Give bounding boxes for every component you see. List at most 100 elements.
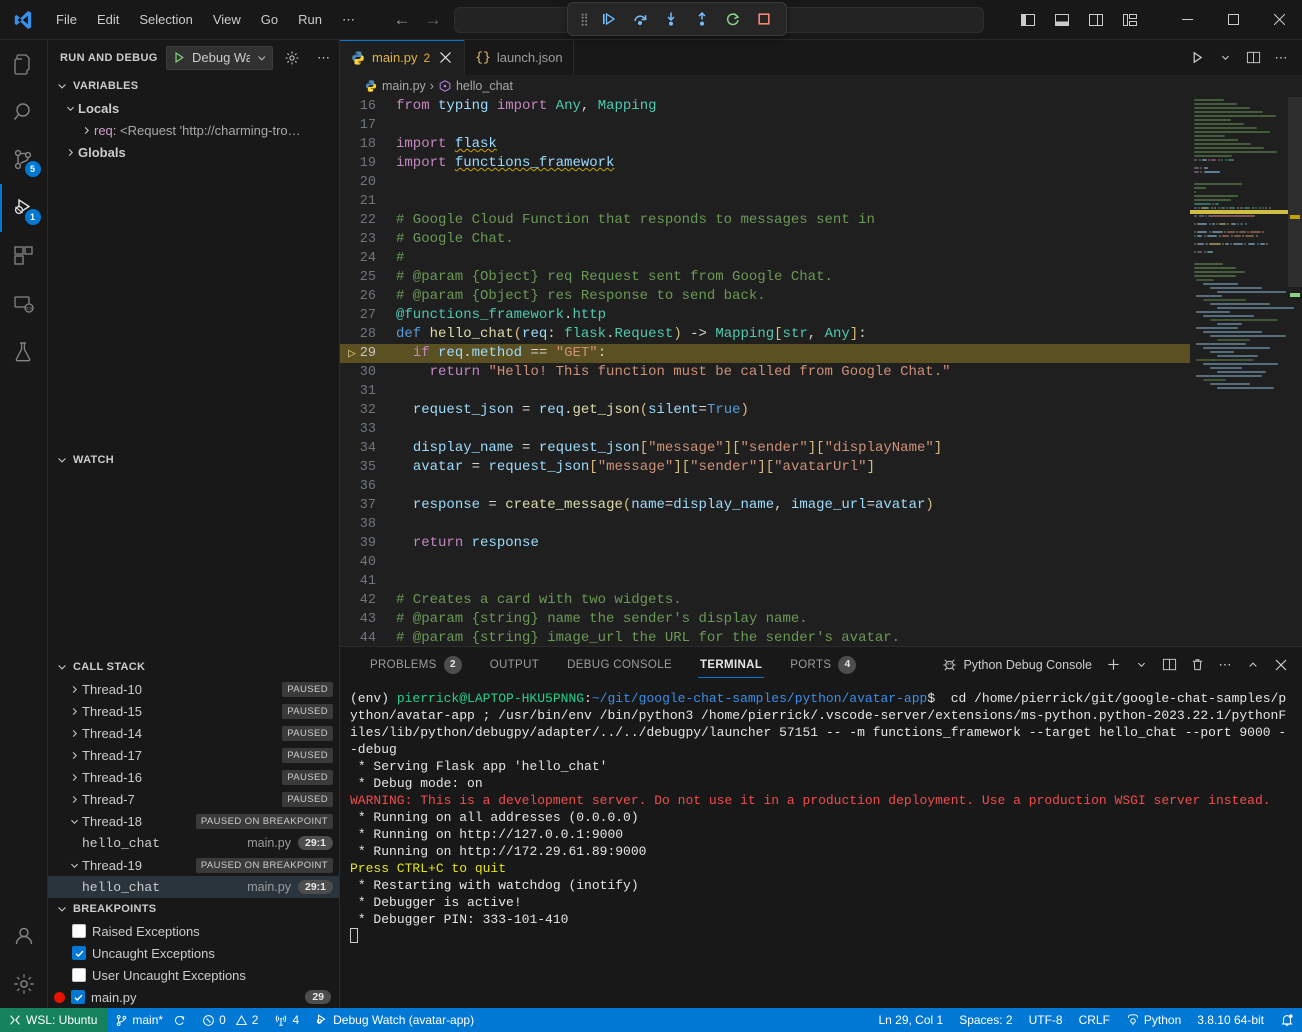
status-eol[interactable]: CRLF: [1071, 1008, 1118, 1032]
code-line[interactable]: 41: [340, 572, 1190, 591]
status-notifications[interactable]: [1272, 1008, 1302, 1032]
code-line[interactable]: 20: [340, 173, 1190, 192]
code-line[interactable]: 40: [340, 553, 1190, 572]
code-line[interactable]: 30 return "Hello! This function must be …: [340, 363, 1190, 382]
breakpoint-arrow-icon[interactable]: ▷: [345, 344, 359, 363]
code-line[interactable]: 21: [340, 192, 1190, 211]
code-line[interactable]: 35 avatar = request_json["message"]["sen…: [340, 458, 1190, 477]
window-close-button[interactable]: [1256, 0, 1302, 39]
kill-terminal-trash-icon[interactable]: [1184, 652, 1210, 678]
status-cursor-position[interactable]: Ln 29, Col 1: [870, 1008, 951, 1032]
code-line[interactable]: ▷29 if req.method == "GET":: [340, 344, 1190, 363]
menu-item-edit[interactable]: Edit: [87, 8, 129, 31]
status-remote-indicator[interactable]: WSL: Ubuntu: [0, 1008, 107, 1032]
call-stack-thread[interactable]: Thread-16 PAUSED: [48, 766, 339, 788]
code-line[interactable]: 17: [340, 116, 1190, 135]
menu-item-file[interactable]: File: [46, 8, 87, 31]
code-line[interactable]: 36: [340, 477, 1190, 496]
code-content[interactable]: 16from typing import Any, Mapping1718imp…: [340, 97, 1190, 646]
editor-tab-launch-json[interactable]: {} launch.json: [465, 40, 573, 75]
code-line[interactable]: 16from typing import Any, Mapping: [340, 97, 1190, 116]
menu-item-view[interactable]: View: [203, 8, 251, 31]
section-header-variables[interactable]: VARIABLES: [48, 75, 339, 97]
breakpoint-row-uncaught-exceptions[interactable]: Uncaught Exceptions: [48, 942, 339, 964]
active-terminal-name[interactable]: Python Debug Console: [942, 657, 1092, 672]
code-line[interactable]: 22# Google Cloud Function that responds …: [340, 211, 1190, 230]
call-stack-thread[interactable]: Thread-15 PAUSED: [48, 700, 339, 722]
editor-more-actions-icon[interactable]: ⋯: [1268, 45, 1294, 71]
code-lines[interactable]: 16from typing import Any, Mapping1718imp…: [340, 97, 1190, 646]
panel-tab-ports[interactable]: PORTS 4: [776, 647, 870, 682]
menu-item-more[interactable]: ⋯: [332, 8, 365, 32]
debug-step-into-button[interactable]: [657, 6, 685, 32]
status-ports[interactable]: 4: [266, 1008, 307, 1032]
checkbox-checked-icon[interactable]: [72, 946, 86, 960]
debug-stop-button[interactable]: [750, 6, 778, 32]
status-indentation[interactable]: Spaces: 2: [951, 1008, 1020, 1032]
debug-continue-button[interactable]: [595, 6, 623, 32]
code-line[interactable]: 24#: [340, 249, 1190, 268]
breakpoint-row-raised-exceptions[interactable]: Raised Exceptions: [48, 920, 339, 942]
run-python-file-icon[interactable]: [1184, 45, 1210, 71]
code-line[interactable]: 28def hello_chat(req: flask.Request) -> …: [340, 325, 1190, 344]
window-maximize-button[interactable]: [1210, 0, 1256, 39]
code-line[interactable]: 18import flask: [340, 135, 1190, 154]
tab-close-icon[interactable]: [436, 49, 454, 67]
toggle-secondary-sidebar-icon[interactable]: [1080, 6, 1112, 34]
breadcrumb-item-symbol[interactable]: hello_chat: [438, 79, 513, 93]
run-dropdown-chevron-down-icon[interactable]: [1212, 45, 1238, 71]
panel-tab-terminal[interactable]: TERMINAL: [686, 647, 776, 682]
breakpoint-row-user-uncaught-exceptions[interactable]: User Uncaught Exceptions: [48, 964, 339, 986]
panel-more-actions-icon[interactable]: ⋯: [1212, 652, 1238, 678]
sidebar-more-actions-icon[interactable]: ⋯: [312, 46, 335, 70]
code-line[interactable]: 39 return response: [340, 534, 1190, 553]
tree-row-locals[interactable]: Locals: [48, 97, 339, 119]
code-line[interactable]: 43# @param {string} name the sender's di…: [340, 610, 1190, 629]
panel-tab-output[interactable]: OUTPUT: [476, 647, 553, 682]
new-terminal-icon[interactable]: [1100, 652, 1126, 678]
activity-item-explorer[interactable]: [0, 40, 48, 88]
activity-item-source-control[interactable]: 5: [0, 136, 48, 184]
activity-item-testing[interactable]: [0, 328, 48, 376]
checkbox-unchecked-icon[interactable]: [72, 924, 86, 938]
call-stack-frame-selected[interactable]: hello_chat main.py 29:1: [48, 876, 339, 898]
debug-restart-button[interactable]: [719, 6, 747, 32]
launch-configuration-select[interactable]: Debug Wa: [166, 46, 273, 70]
checkbox-unchecked-icon[interactable]: [72, 968, 86, 982]
debug-step-over-button[interactable]: [626, 6, 654, 32]
code-line[interactable]: 38: [340, 515, 1190, 534]
call-stack-thread[interactable]: Thread-7 PAUSED: [48, 788, 339, 810]
customize-layout-icon[interactable]: [1114, 6, 1146, 34]
panel-tab-debug-console[interactable]: DEBUG CONSOLE: [553, 647, 686, 682]
minimap[interactable]: [1190, 97, 1302, 646]
status-debug-session[interactable]: Debug Watch (avatar-app): [307, 1008, 482, 1032]
debug-toolbar[interactable]: ⣿: [567, 2, 787, 36]
code-line[interactable]: 27@functions_framework.http: [340, 306, 1190, 325]
debug-step-out-button[interactable]: [688, 6, 716, 32]
activity-item-accounts[interactable]: [0, 912, 48, 960]
status-git-branch[interactable]: main*: [107, 1008, 194, 1032]
code-line[interactable]: 44# @param {string} image_url the URL fo…: [340, 629, 1190, 646]
checkbox-checked-icon[interactable]: [71, 990, 85, 1004]
status-python-interpreter[interactable]: 3.8.10 64-bit: [1189, 1008, 1272, 1032]
activity-item-remote-explorer[interactable]: <>: [0, 280, 48, 328]
window-minimize-button[interactable]: [1164, 0, 1210, 39]
activity-item-run-and-debug[interactable]: 1: [0, 184, 48, 232]
debug-toolbar-grip[interactable]: ⣿: [576, 15, 592, 23]
go-back-icon[interactable]: ←: [394, 11, 411, 28]
toggle-panel-icon[interactable]: [1046, 6, 1078, 34]
tree-row-globals[interactable]: Globals: [48, 141, 339, 163]
code-line[interactable]: 23# Google Chat.: [340, 230, 1190, 249]
code-line[interactable]: 26# @param {Object} res Response to send…: [340, 287, 1190, 306]
code-line[interactable]: 34 display_name = request_json["message"…: [340, 439, 1190, 458]
close-panel-icon[interactable]: [1268, 652, 1294, 678]
section-header-call-stack[interactable]: CALL STACK: [48, 656, 339, 678]
breakpoint-row-main-py[interactable]: main.py 29: [48, 986, 339, 1008]
minimap-slider[interactable]: [1288, 97, 1302, 287]
code-line[interactable]: 37 response = create_message(name=displa…: [340, 496, 1190, 515]
code-line[interactable]: 25# @param {Object} req Request sent fro…: [340, 268, 1190, 287]
activity-item-search[interactable]: [0, 88, 48, 136]
section-header-watch[interactable]: WATCH: [48, 449, 339, 471]
panel-tab-problems[interactable]: PROBLEMS 2: [356, 647, 476, 682]
menu-item-run[interactable]: Run: [288, 8, 332, 31]
